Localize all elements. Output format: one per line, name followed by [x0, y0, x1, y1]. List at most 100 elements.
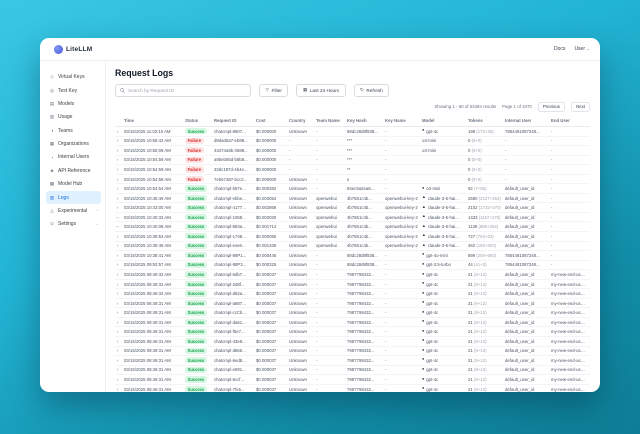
chevron-right-icon[interactable]: › [115, 167, 120, 172]
chevron-right-icon[interactable]: › [115, 377, 120, 382]
chevron-right-icon[interactable]: › [115, 320, 120, 325]
user-menu[interactable]: User › [574, 46, 588, 52]
chevron-right-icon[interactable]: › [115, 129, 120, 134]
chevron-down-icon[interactable]: › [115, 215, 120, 220]
time-range-button[interactable]: ▦ Last 24 Hours [296, 84, 345, 97]
team-name-cell: - [316, 167, 347, 172]
table-row[interactable]: ›03/15/2025 10:54:59 AMFailure33dc187d-4… [115, 165, 590, 175]
table-row[interactable]: ›03/15/2025 10:54:54 AMSuccesschatcmpl-b… [115, 184, 590, 194]
sidebar-item-api-reference[interactable]: ◈API Reference [46, 165, 101, 177]
table-row[interactable]: ›03/15/2025 08:49:31 AMSuccesschatcmpl-a… [115, 299, 590, 309]
cost-cell: $0.000000 [256, 167, 289, 172]
sidebar-item-label: Models [58, 101, 74, 107]
sidebar-item-experimental[interactable]: ◬Experimental› [46, 205, 101, 217]
table-row[interactable]: ›03/15/2025 10:55:42 AMFailured8dad5a7-e… [115, 137, 590, 147]
key-name-cell: - [385, 282, 422, 287]
sidebar-item-test-key[interactable]: ◎Test Key [46, 84, 101, 96]
table-row[interactable]: ›03/15/2025 08:49:31 AMSuccesschatcmpl-6… [115, 356, 590, 366]
table-row[interactable]: ›03/15/2025 08:49:31 AMSuccesschatcmpl-4… [115, 337, 590, 347]
table-row[interactable]: ›03/15/2025 11:02:10 AMSuccesschatcmpl-8… [115, 127, 590, 137]
chevron-right-icon[interactable]: › [115, 262, 120, 267]
sidebar-item-logs[interactable]: ▥Logs [46, 191, 101, 203]
tokens-cell: 21 (9+12) [468, 310, 505, 315]
brand[interactable]: LiteLLM [54, 45, 92, 54]
status-cell: Failure [185, 147, 214, 153]
filter-button[interactable]: ▽ Filter [259, 84, 288, 97]
chevron-right-icon[interactable]: › [115, 358, 120, 363]
sidebar-item-usage[interactable]: ▥Usage [46, 111, 101, 123]
chevron-right-icon[interactable]: › [115, 387, 120, 392]
internal-user-cell: default_user_id [505, 367, 551, 372]
status-badge: Success [185, 252, 207, 258]
model-name: claude-3-5-hai... [428, 205, 459, 210]
table-row[interactable]: ›03/15/2025 10:45:49 AMSuccesschatcmpl-e… [115, 194, 590, 204]
sidebar-item-settings[interactable]: ⊙Settings› [46, 218, 101, 230]
table-row[interactable]: ›03/15/2025 08:49:32 AMSuccesschatcmpl-2… [115, 280, 590, 290]
next-page-button[interactable]: Next [571, 102, 590, 112]
chevron-right-icon[interactable]: › [115, 148, 120, 153]
chevron-right-icon[interactable]: › [115, 186, 120, 191]
team-name-cell: - [316, 377, 347, 382]
chevron-right-icon[interactable]: › [115, 234, 120, 239]
chevron-right-icon[interactable]: › [115, 138, 120, 143]
table-row[interactable]: ›03/15/2025 08:49:31 AMSuccesschatcmpl-e… [115, 366, 590, 376]
sidebar-item-teams[interactable]: ◑Teams [46, 125, 101, 137]
search-box[interactable] [115, 84, 251, 97]
table-row[interactable]: ›03/15/2025 09:53:57 AMSuccesschatcmpl-8… [115, 261, 590, 271]
chevron-right-icon[interactable]: › [115, 196, 120, 201]
table-row[interactable]: ›03/15/2025 10:54:58 AMFailure7eb67387-b… [115, 175, 590, 185]
refresh-button[interactable]: ↻ Refresh [354, 84, 390, 97]
tokens-detail: (9+12) [473, 282, 487, 287]
chevron-right-icon[interactable]: › [115, 329, 120, 334]
table-row[interactable]: ›03/15/2025 10:38:41 AMSuccesschatcmpl-8… [115, 251, 590, 261]
chevron-right-icon[interactable]: › [115, 367, 120, 372]
status-cell: Success [185, 224, 214, 230]
sidebar-item-virtual-keys[interactable]: ◇Virtual Keys [46, 71, 101, 83]
chevron-right-icon[interactable]: › [115, 272, 120, 277]
table-row[interactable]: ›03/15/2025 08:49:31 AMSuccesschatcmpl-7… [115, 385, 590, 392]
search-input[interactable] [128, 88, 246, 93]
chevron-down-icon[interactable]: › [115, 224, 120, 229]
table-row[interactable]: ›03/15/2025 10:55:08 AMFailure43474a9b-3… [115, 146, 590, 156]
sidebar-item-internal-users[interactable]: ◔Internal Users [46, 151, 101, 163]
docs-link[interactable]: Docs [554, 46, 565, 52]
page-title: Request Logs [115, 68, 590, 78]
table-row[interactable]: ›03/15/2025 08:49:31 AMSuccesschatcmpl-6… [115, 375, 590, 385]
previous-page-button[interactable]: Previous [538, 102, 565, 112]
chevron-right-icon[interactable]: › [115, 310, 120, 315]
table-row[interactable]: ›03/15/2025 10:54:59 AMFailurea9beb85d-b… [115, 156, 590, 166]
table-row[interactable]: ›03/15/2025 08:49:32 AMSuccesschatcmpl-6… [115, 270, 590, 280]
sidebar-item-models[interactable]: ▤Models [46, 98, 101, 110]
table-row[interactable]: ›03/15/2025 08:49:32 AMSuccesschatcmpl-d… [115, 289, 590, 299]
chevron-right-icon[interactable]: › [115, 243, 120, 248]
chevron-right-icon[interactable]: › [115, 348, 120, 353]
table-row[interactable]: ›03/15/2025 08:49:31 AMSuccesschatcmpl-f… [115, 327, 590, 337]
end-user-cell: my-new-end-user-1 [551, 348, 590, 353]
table-row[interactable]: ›03/15/2025 08:49:31 AMSuccesschatcmpl-c… [115, 308, 590, 318]
table-row[interactable]: ›03/15/2025 10:39:46 AMSuccesschatcmpl-e… [115, 242, 590, 252]
table-row[interactable]: ›03/15/2025 08:49:31 AMSuccesschatcmpl-d… [115, 347, 590, 357]
chevron-right-icon[interactable]: › [115, 291, 120, 296]
chevron-right-icon[interactable]: › [115, 339, 120, 344]
tokens-detail: (160+302) [475, 243, 496, 248]
country-cell: Unknown [289, 358, 316, 363]
key-name-cell: - [385, 148, 422, 153]
end-user-cell: - [551, 205, 590, 210]
chevron-right-icon[interactable]: › [115, 253, 120, 258]
chevron-right-icon[interactable]: › [115, 301, 120, 306]
chevron-right-icon[interactable]: › [115, 157, 120, 162]
sidebar-item-model-hub[interactable]: ▩Model Hub [46, 178, 101, 190]
internal-user-cell: 7854481087248... [505, 129, 551, 134]
toolbar: ▽ Filter ▦ Last 24 Hours ↻ Refresh [115, 84, 590, 97]
status-cell: Success [185, 205, 214, 211]
chevron-right-icon[interactable]: › [115, 205, 120, 210]
table-row[interactable]: ›03/15/2025 08:49:31 AMSuccesschatcmpl-d… [115, 318, 590, 328]
table-row[interactable]: ›03/15/2025 10:40:08 AMSuccesschatcmpl-8… [115, 222, 590, 232]
sidebar-item-organizations[interactable]: ▦Organizations [46, 138, 101, 150]
key-name-cell: - [385, 157, 422, 162]
table-row[interactable]: ›03/15/2025 10:40:33 AMSuccesschatcmpl-1… [115, 213, 590, 223]
table-row[interactable]: ›03/15/2025 10:43:00 AMSuccesschatcmpl-4… [115, 203, 590, 213]
table-row[interactable]: ›03/15/2025 10:39:53 AMSuccesschatcmpl-1… [115, 232, 590, 242]
chevron-right-icon[interactable]: › [115, 282, 120, 287]
chevron-right-icon[interactable]: › [115, 177, 120, 182]
